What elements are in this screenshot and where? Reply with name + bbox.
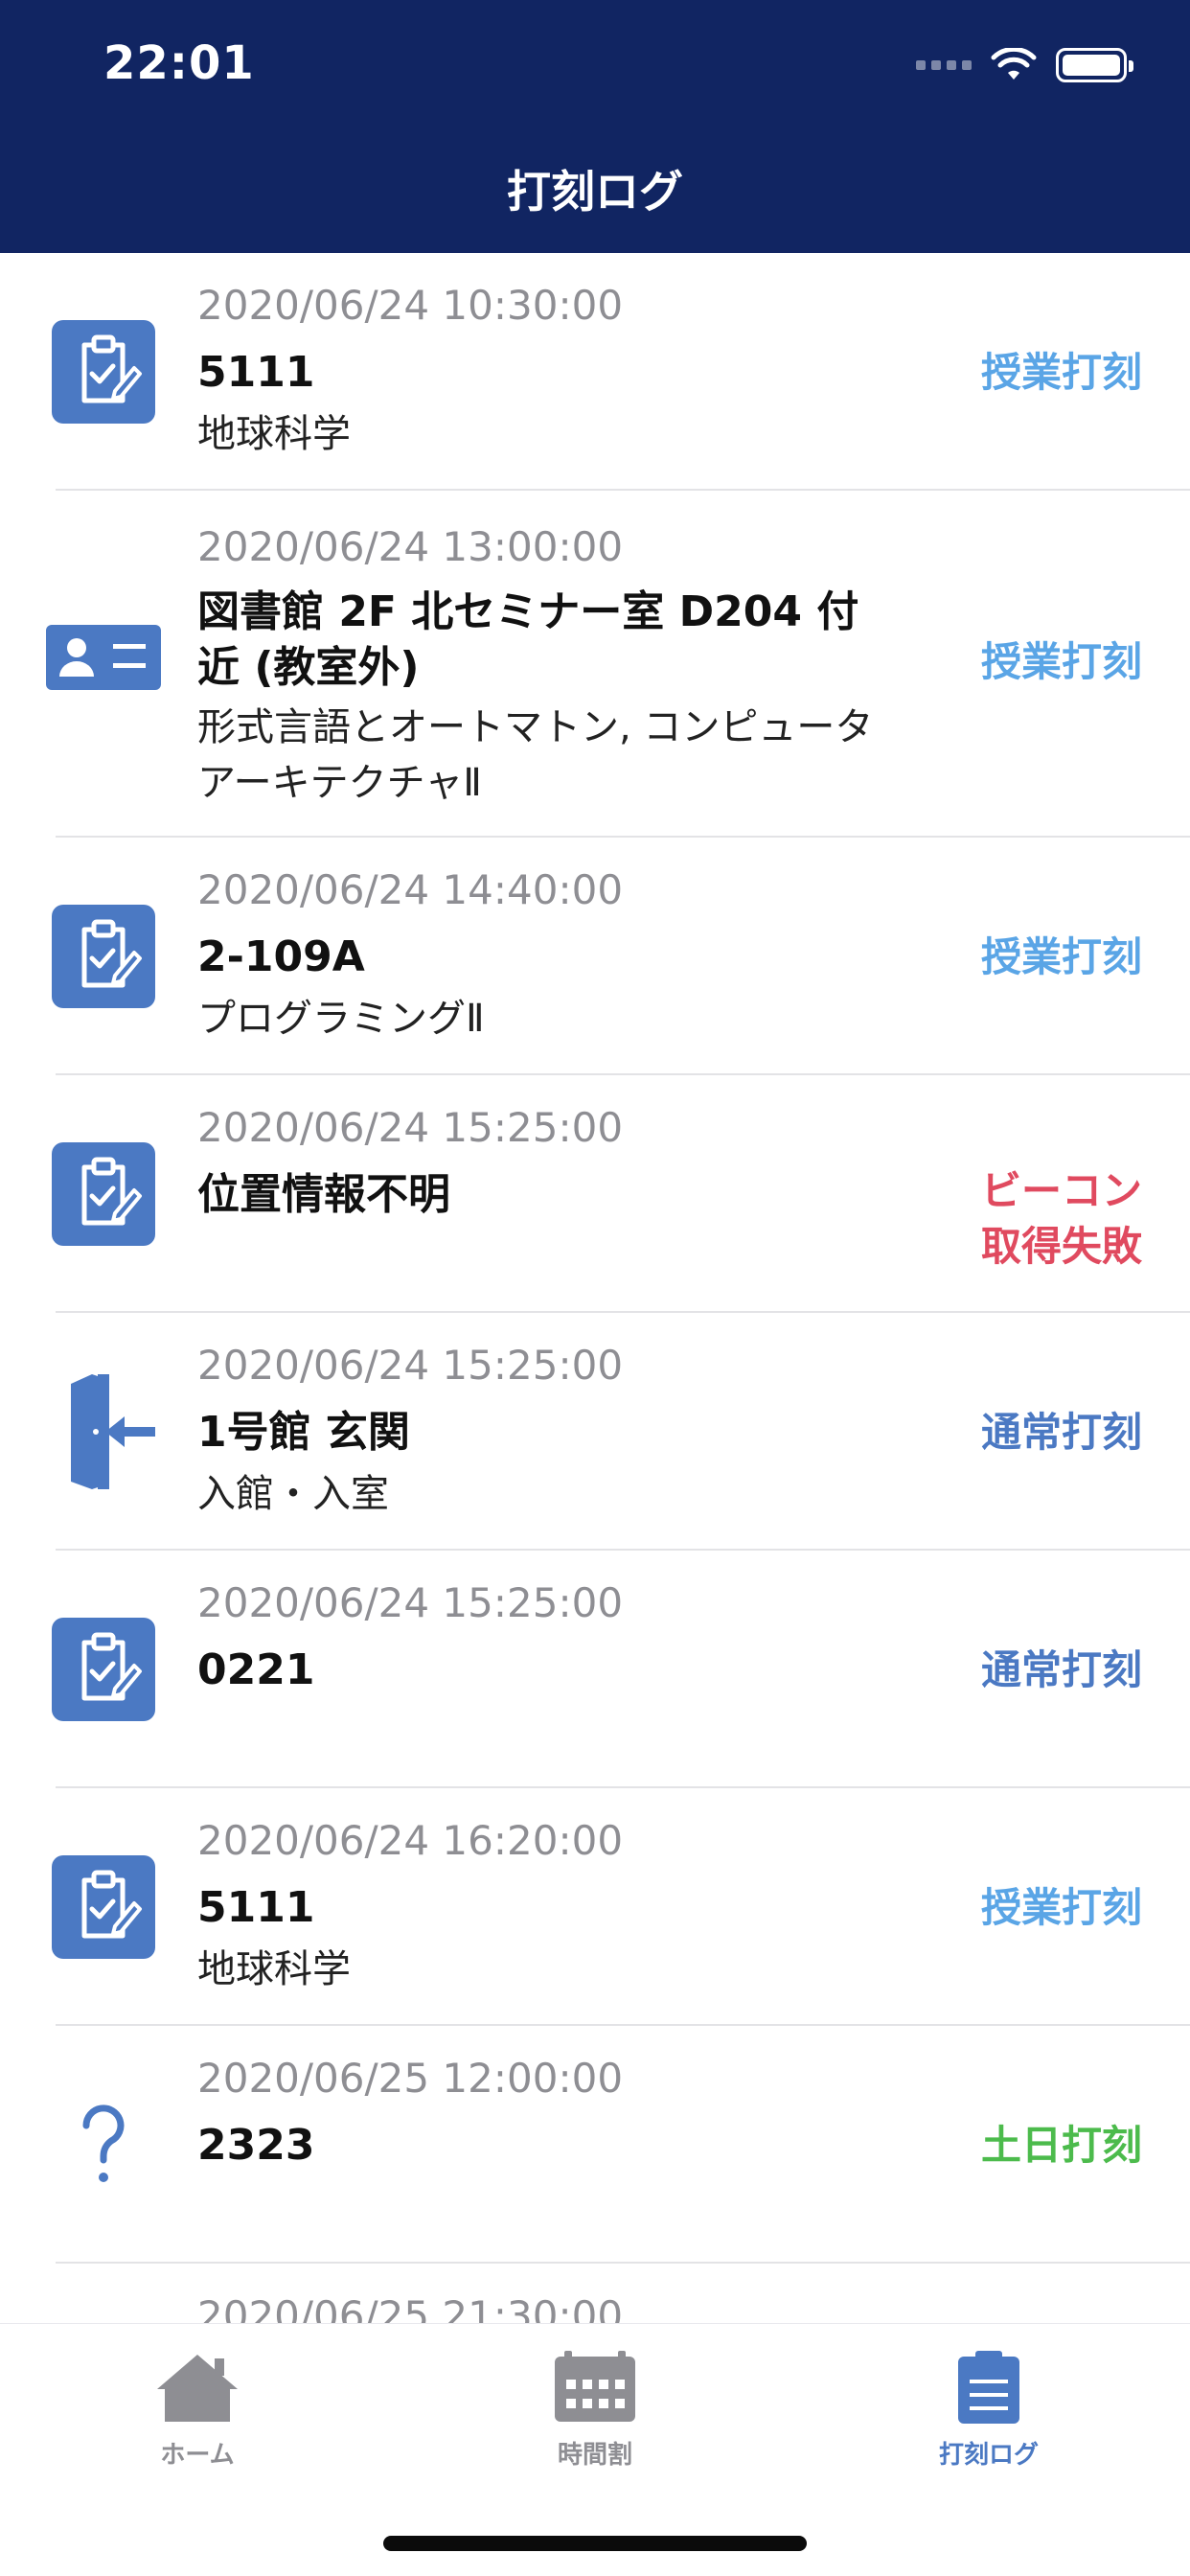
log-subtitle: 地球科学	[197, 1947, 351, 1991]
log-subtitle: 形式言語とオートマトン, コンピュータアーキテクチャⅡ	[197, 705, 874, 805]
status-time: 22:01	[103, 36, 255, 90]
log-timestamp: 2020/06/24 15:25:00	[197, 1579, 624, 1626]
page-title: 打刻ログ	[507, 166, 683, 218]
punch-type-label: 通常打刻	[980, 1409, 1142, 1456]
punch-type-label: 通常打刻	[980, 1646, 1142, 1693]
log-timestamp: 2020/06/25 21:30:00	[197, 2292, 624, 2323]
clipboard-list-icon	[958, 2351, 1019, 2424]
list-item[interactable]: 2020/06/24 15:25:00 0221 通常打刻	[52, 1551, 1190, 1788]
log-title: 5111	[197, 1883, 315, 1932]
log-timestamp: 2020/06/24 13:00:00	[197, 523, 624, 570]
log-title: 2-109A	[197, 932, 365, 981]
list-item[interactable]: 2020/06/24 15:25:00 位置情報不明 ビーコン 取得失敗	[52, 1075, 1190, 1313]
list-item[interactable]: 2020/06/24 16:20:00 5111 地球科学 授業打刻	[52, 1788, 1190, 2026]
cellular-signal-icon	[916, 60, 972, 70]
list-item[interactable]: 2020/06/24 13:00:00 図書館 2F 北セミナー室 D204 付…	[46, 491, 1190, 838]
status-icons	[916, 46, 1133, 84]
log-title: 2323	[197, 2121, 315, 2170]
battery-icon	[1056, 48, 1133, 82]
log-subtitle: プログラミングⅡ	[197, 997, 485, 1041]
clipboard-check-icon	[52, 1618, 155, 1721]
log-timestamp: 2020/06/24 10:30:00	[197, 282, 624, 329]
log-timestamp: 2020/06/25 12:00:00	[197, 2055, 624, 2102]
punch-type-line2: 取得失敗	[980, 1223, 1142, 1270]
log-title: 位置情報不明	[197, 1170, 450, 1219]
door-enter-icon	[63, 1374, 167, 1489]
clipboard-check-icon	[52, 1855, 155, 1959]
clipboard-check-icon	[52, 320, 155, 424]
log-subtitle: 入館・入室	[197, 1472, 389, 1516]
punch-type-label: 授業打刻	[980, 1884, 1142, 1931]
tab-timetable[interactable]: 時間割	[499, 2351, 691, 2471]
punch-type-label: 授業打刻	[980, 933, 1142, 980]
punch-type-line1: ビーコン	[980, 1167, 1142, 1214]
log-timestamp: 2020/06/24 15:25:00	[197, 1342, 624, 1389]
list-item[interactable]: 2020/06/25 12:00:00 2323 土日打刻	[56, 2026, 1190, 2264]
clipboard-check-icon	[52, 1142, 155, 1246]
punch-type-label: 授業打刻	[980, 638, 1142, 685]
punch-log-list[interactable]: 2020/06/24 10:30:00 5111 地球科学 授業打刻 2020/…	[0, 253, 1190, 2323]
log-title: 1号館 玄関	[197, 1408, 410, 1457]
list-item[interactable]: 2020/06/24 10:30:00 5111 地球科学 授業打刻	[52, 253, 1190, 491]
list-item[interactable]: 2020/06/25 21:30:00	[56, 2264, 1190, 2323]
log-timestamp: 2020/06/24 16:20:00	[197, 1817, 624, 1864]
list-item[interactable]: 2020/06/24 14:40:00 2-109A プログラミングⅡ 授業打刻	[52, 838, 1190, 1075]
question-mark-icon	[52, 2093, 155, 2196]
tab-log[interactable]: 打刻ログ	[893, 2351, 1085, 2471]
punch-type-label: 土日打刻	[980, 2122, 1142, 2169]
log-subtitle: 地球科学	[197, 412, 351, 456]
log-timestamp: 2020/06/24 14:40:00	[197, 866, 624, 913]
header: 22:01 打刻ログ	[0, 0, 1190, 253]
home-icon	[157, 2355, 238, 2422]
punch-type-label: ビーコン 取得失敗	[981, 1163, 1142, 1275]
wifi-icon	[991, 48, 1037, 80]
home-indicator	[383, 2536, 807, 2551]
clipboard-check-icon	[52, 905, 155, 1008]
list-item[interactable]: 2020/06/24 15:25:00 1号館 玄関 入館・入室 通常打刻	[56, 1313, 1190, 1551]
punch-type-label: 授業打刻	[980, 349, 1142, 396]
id-card-icon	[46, 625, 161, 690]
tab-timetable-label: 時間割	[557, 2441, 632, 2470]
log-title: 5111	[197, 348, 315, 397]
tab-home-label: ホーム	[160, 2441, 235, 2470]
log-timestamp: 2020/06/24 15:25:00	[197, 1104, 624, 1151]
calendar-icon	[555, 2351, 635, 2422]
log-title: 図書館 2F 北セミナー室 D204 付近 (教室外)	[197, 587, 859, 692]
log-title: 0221	[197, 1645, 315, 1694]
tab-log-label: 打刻ログ	[938, 2441, 1039, 2470]
tab-home[interactable]: ホーム	[102, 2351, 293, 2471]
